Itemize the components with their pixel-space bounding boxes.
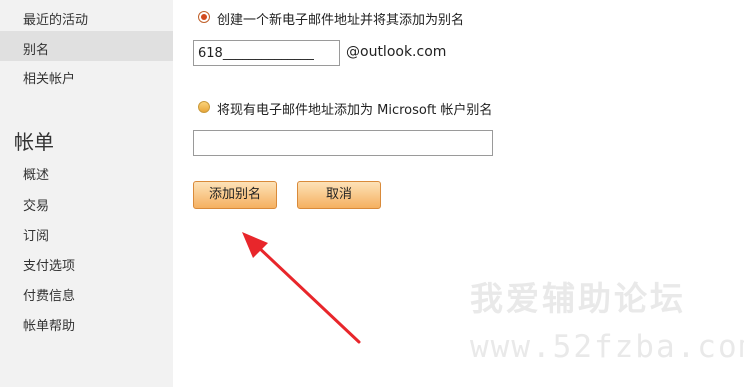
annotation-arrow-icon (242, 232, 361, 344)
